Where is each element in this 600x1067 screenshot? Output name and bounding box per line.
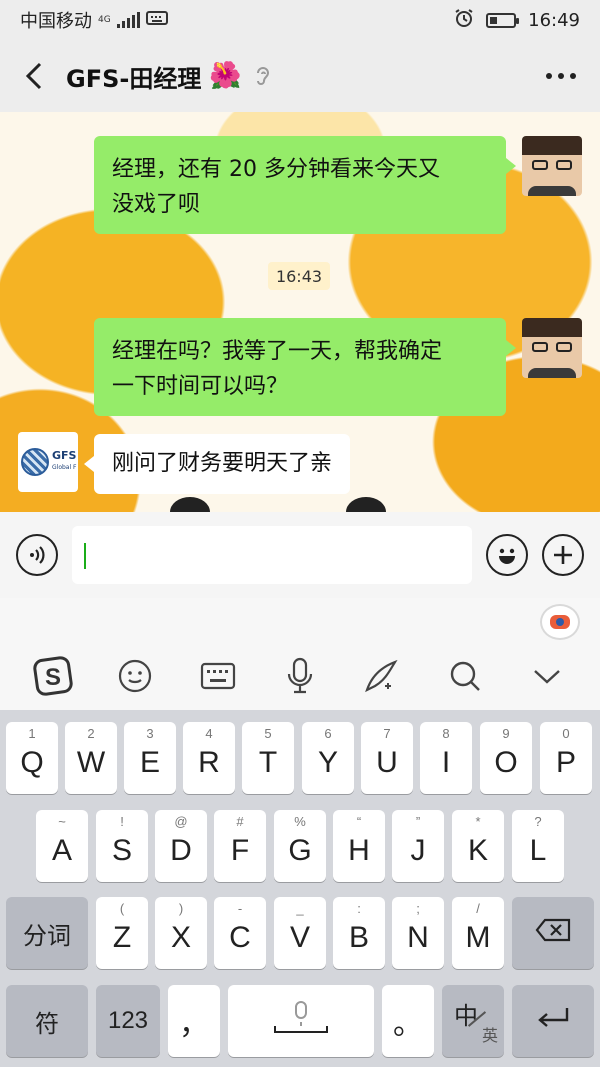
keyboard: 1Q 2W 3E 4R 5T 6Y 7U 8I 9O 0P ~ A ! S @ D #… xyxy=(0,710,600,1067)
chat-area[interactable]: 经理，还有 20 多分钟看来今天又 没戏了呗 16:43 经理在吗？我等了一天，… xyxy=(0,112,600,512)
keyboard-status-icon xyxy=(145,10,168,31)
signal-icon xyxy=(116,12,140,28)
message-text: 经理在吗？我等了一天，帮我确定 xyxy=(112,339,443,364)
key-o[interactable]: 9O xyxy=(480,722,532,794)
input-bar xyxy=(0,512,600,598)
message-bubble-received[interactable]: 刚问了财务要明天了亲 xyxy=(83,434,351,494)
key-f[interactable]: # F xyxy=(214,810,266,882)
clock-time: 16:49 xyxy=(528,9,580,31)
message-bubble-sent[interactable]: 经理在吗？我等了一天，帮我确定 一下时间可以吗？ xyxy=(94,318,516,416)
key-s[interactable]: ! S xyxy=(96,810,148,882)
microphone-icon xyxy=(273,1000,329,1042)
backspace-key[interactable] xyxy=(512,897,594,969)
mascot-icon[interactable] xyxy=(540,604,580,640)
battery-icon xyxy=(486,12,520,28)
message-timestamp: 16:43 xyxy=(268,262,330,290)
key-l[interactable]: ? L xyxy=(512,810,564,882)
avatar[interactable] xyxy=(522,318,582,378)
enter-icon xyxy=(535,1004,571,1038)
key-y[interactable]: 6Y xyxy=(302,722,354,794)
key-c[interactable]: -C xyxy=(214,897,266,969)
key-p[interactable]: 0P xyxy=(540,722,592,794)
key-g[interactable]: % G xyxy=(274,810,326,882)
key-t[interactable]: 5T xyxy=(242,722,294,794)
chat-header: GFS-田经理 🌺 xyxy=(0,40,600,112)
microphone-icon[interactable] xyxy=(278,654,322,698)
chevron-left-icon[interactable] xyxy=(24,62,48,90)
key-d[interactable]: @ D xyxy=(155,810,207,882)
chevron-down-icon[interactable] xyxy=(525,654,569,698)
emoji-icon[interactable] xyxy=(486,534,528,576)
keyboard-toolbar: S xyxy=(0,598,600,710)
status-bar: 中国移动 4G 16:49 xyxy=(0,0,600,40)
key-q[interactable]: 1Q xyxy=(6,722,58,794)
handwriting-icon[interactable] xyxy=(360,654,404,698)
voice-icon[interactable] xyxy=(16,534,58,576)
network-type: 4G xyxy=(98,14,111,25)
more-dots-icon[interactable] xyxy=(546,73,576,79)
key-k[interactable]: * K xyxy=(452,810,504,882)
space-key[interactable] xyxy=(228,985,374,1057)
message-bubble-sent[interactable]: 经理，还有 20 多分钟看来今天又 没戏了呗 xyxy=(94,136,516,234)
plus-icon[interactable] xyxy=(542,534,584,576)
enter-key[interactable] xyxy=(512,985,594,1057)
comma-key[interactable]: ， xyxy=(168,985,220,1057)
carrier-label: 中国移动 xyxy=(20,11,92,32)
segment-key[interactable]: 分词 xyxy=(6,897,88,969)
key-m[interactable]: / M xyxy=(452,897,504,969)
key-a[interactable]: ~ A xyxy=(36,810,88,882)
ear-icon xyxy=(254,65,272,87)
alarm-icon xyxy=(454,8,474,33)
wallpaper-eye xyxy=(346,497,386,512)
message-text: 没戏了呗 xyxy=(112,192,201,217)
message-text: 经理，还有 20 多分钟看来今天又 xyxy=(112,157,440,182)
key-z[interactable]: (Z xyxy=(96,897,148,969)
key-e[interactable]: 3E xyxy=(124,722,176,794)
avatar-brand: GFS xyxy=(52,449,77,462)
avatar-subtext: Global F xyxy=(52,464,77,471)
globe-icon xyxy=(21,448,49,476)
message-input[interactable] xyxy=(72,526,472,584)
avatar[interactable] xyxy=(522,136,582,196)
key-i[interactable]: 8I xyxy=(420,722,472,794)
keyboard-icon[interactable] xyxy=(196,654,240,698)
message-text: 刚问了财务要明天了亲 xyxy=(112,451,333,476)
key-r[interactable]: 4R xyxy=(183,722,235,794)
language-switch-key[interactable]: 中 英 xyxy=(442,985,504,1057)
search-icon[interactable] xyxy=(443,654,487,698)
key-b[interactable]: :B xyxy=(333,897,385,969)
symbols-key[interactable]: 符 xyxy=(6,985,88,1057)
contact-name: GFS-田经理 xyxy=(66,64,202,93)
text-caret xyxy=(84,543,86,569)
numbers-key[interactable]: 123 xyxy=(96,985,160,1057)
smiley-icon[interactable] xyxy=(113,654,157,698)
key-w[interactable]: 2W xyxy=(65,722,117,794)
key-j[interactable]: ” J xyxy=(392,810,444,882)
chat-title[interactable]: GFS-田经理 🌺 xyxy=(66,59,272,94)
period-key[interactable]: 。 xyxy=(382,985,434,1057)
gfs-avatar[interactable]: GFS Global F xyxy=(18,432,78,492)
message-text: 一下时间可以吗？ xyxy=(112,374,289,399)
svg-text:S: S xyxy=(45,664,61,691)
key-u[interactable]: 7U xyxy=(361,722,413,794)
key-v[interactable]: _ V xyxy=(274,897,326,969)
sogou-logo-icon[interactable]: S xyxy=(31,654,75,698)
wallpaper-eye xyxy=(170,497,210,512)
backspace-icon xyxy=(535,916,571,950)
key-x[interactable]: ) X xyxy=(155,897,207,969)
key-h[interactable]: “H xyxy=(333,810,385,882)
hibiscus-icon: 🌺 xyxy=(209,61,242,91)
key-n[interactable]: ; N xyxy=(392,897,444,969)
